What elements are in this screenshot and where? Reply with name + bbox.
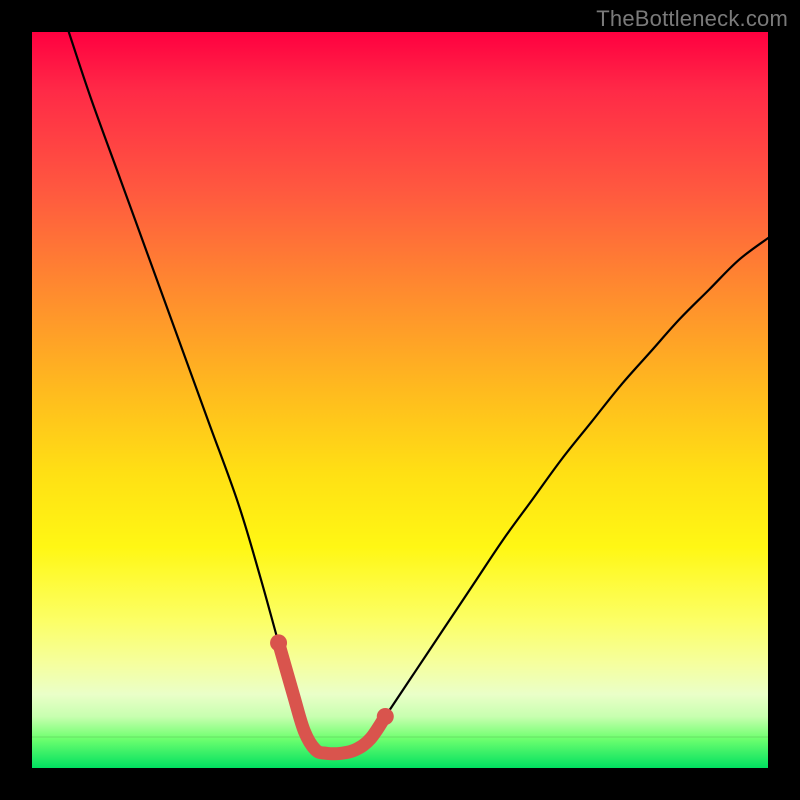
sweet-spot-curve xyxy=(279,643,386,754)
sweet-spot-end-icon xyxy=(377,708,394,725)
watermark-text: TheBottleneck.com xyxy=(596,6,788,32)
curve-layer xyxy=(32,32,768,768)
bottleneck-curve xyxy=(69,32,768,754)
chart-frame: TheBottleneck.com xyxy=(0,0,800,800)
sweet-spot-end-icon xyxy=(270,634,287,651)
plot-area xyxy=(32,32,768,768)
